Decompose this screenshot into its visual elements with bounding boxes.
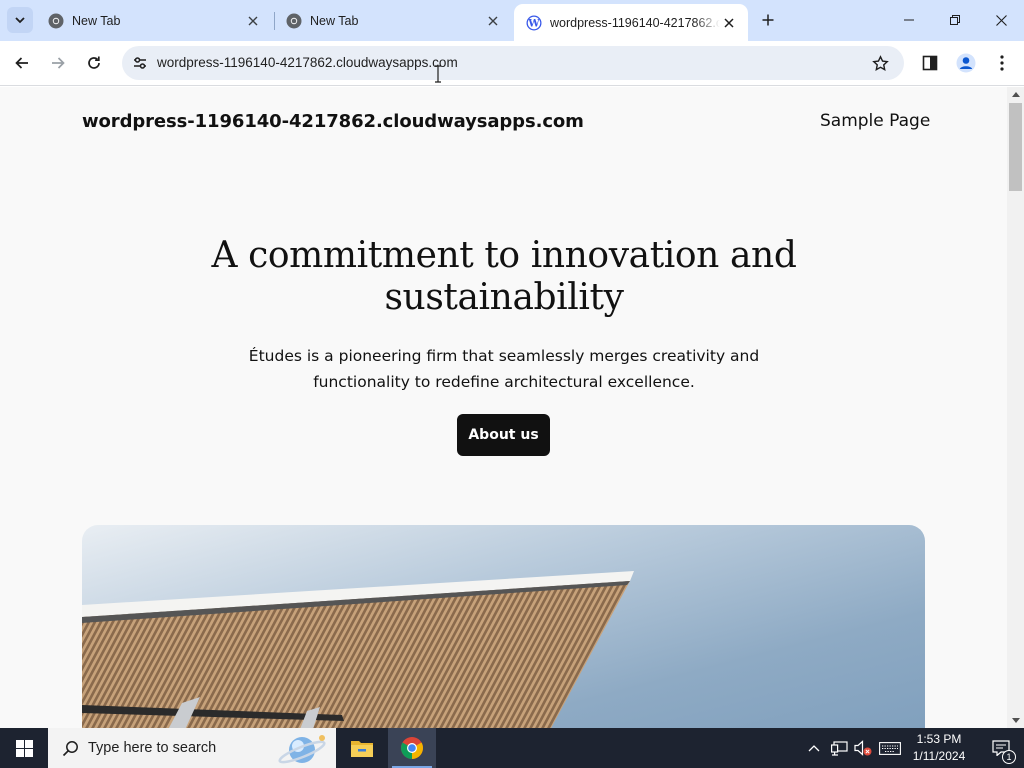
close-tab-button[interactable] (720, 14, 738, 32)
volume-tray-button[interactable] (852, 728, 874, 768)
taskbar-file-explorer[interactable] (338, 728, 386, 768)
file-explorer-icon (351, 741, 373, 757)
avatar-icon (956, 53, 976, 73)
close-icon (995, 14, 1007, 26)
wordpress-icon: W (526, 15, 542, 30)
scroll-down-button[interactable] (1007, 714, 1024, 728)
address-bar[interactable]: wordpress-1196140-4217862.cloudwaysapps.… (122, 46, 904, 80)
tab-wordpress-active[interactable]: W wordpress-1196140-4217862.cl (514, 4, 748, 41)
hero-description: Études is a pioneering firm that seamles… (248, 347, 760, 391)
kebab-menu-icon (1000, 55, 1004, 71)
volume-muted-icon (854, 740, 872, 756)
close-icon (248, 16, 258, 26)
taskbar-chrome[interactable] (388, 728, 436, 768)
minimize-icon (904, 19, 914, 21)
side-panel-icon (922, 55, 938, 71)
star-icon (871, 54, 889, 71)
arrow-right-icon (52, 57, 65, 69)
notification-count-badge: 1 (1002, 750, 1016, 764)
site-info-button[interactable] (128, 51, 152, 75)
hero-heading: A commitment to innovation and sustainab… (211, 235, 797, 318)
search-placeholder: Type here to search (88, 740, 217, 756)
show-hidden-icons-button[interactable] (804, 728, 824, 768)
plus-icon (762, 14, 774, 26)
tune-icon (134, 57, 146, 69)
svg-text:W: W (527, 18, 540, 29)
windows-taskbar: Type here to search 1:53 PM 1/11/2024 1 (0, 728, 1024, 768)
tab-strip: New Tab New Tab W wordpress-1196140-4217… (0, 0, 1024, 41)
taskbar-search-box[interactable]: Type here to search (48, 728, 336, 768)
reload-button[interactable] (80, 49, 108, 77)
tab-title: New Tab (310, 14, 359, 28)
tab-new-tab-2[interactable]: New Tab (274, 4, 512, 38)
chevron-up-icon (808, 745, 820, 752)
tab-new-tab-1[interactable]: New Tab (36, 4, 272, 38)
keyboard-icon (879, 741, 901, 755)
tab-title: wordpress-1196140-4217862.cl (550, 15, 720, 30)
close-window-button[interactable] (978, 0, 1024, 40)
about-us-button[interactable]: About us (457, 414, 550, 456)
action-center-button[interactable]: 1 (978, 728, 1024, 768)
bookmark-button[interactable] (870, 53, 890, 73)
forward-button[interactable] (44, 49, 72, 77)
url-text[interactable]: wordpress-1196140-4217862.cloudwaysapps.… (157, 55, 458, 70)
side-panel-button[interactable] (916, 49, 944, 77)
triangle-down-icon (1011, 718, 1020, 723)
reload-icon (88, 56, 100, 69)
profile-button[interactable] (952, 49, 980, 77)
chrome-icon (401, 737, 423, 759)
browser-toolbar: wordpress-1196140-4217862.cloudwaysapps.… (0, 41, 1024, 86)
search-highlight-image (278, 735, 326, 764)
clock-date: 1/11/2024 (912, 749, 966, 763)
network-icon (830, 740, 848, 756)
nav-link-sample-page[interactable]: Sample Page (820, 111, 930, 131)
close-icon (488, 16, 498, 26)
building-photo (82, 525, 925, 728)
network-tray-button[interactable] (828, 728, 850, 768)
scroll-thumb[interactable] (1009, 103, 1022, 191)
text-cursor-icon (435, 65, 441, 83)
browser-menu-button[interactable] (988, 49, 1016, 77)
hero-image (82, 525, 925, 728)
new-tab-button[interactable] (756, 8, 780, 32)
start-button[interactable] (0, 728, 48, 768)
tab-title: New Tab (72, 14, 121, 28)
chrome-icon (48, 13, 64, 29)
chevron-down-icon (15, 17, 25, 24)
keyboard-tray-button[interactable] (876, 728, 904, 768)
minimize-button[interactable] (886, 0, 932, 40)
tab-search-button[interactable] (7, 7, 33, 33)
site-title[interactable]: wordpress-1196140-4217862.cloudwaysapps.… (82, 111, 584, 132)
close-tab-button[interactable] (244, 12, 262, 30)
taskbar-clock[interactable]: 1:53 PM 1/11/2024 (904, 731, 974, 765)
close-icon (724, 17, 734, 28)
scroll-up-button[interactable] (1007, 87, 1024, 101)
page-viewport: wordpress-1196140-4217862.cloudwaysapps.… (0, 87, 1007, 728)
page-scrollbar[interactable] (1007, 87, 1024, 728)
search-icon (60, 738, 80, 758)
windows-logo-icon (15, 739, 33, 757)
restore-button[interactable] (932, 0, 978, 40)
triangle-up-icon (1011, 92, 1020, 97)
arrow-left-icon (15, 57, 28, 69)
clock-time: 1:53 PM (916, 732, 962, 746)
chrome-icon (286, 13, 302, 29)
restore-icon (950, 15, 960, 25)
close-tab-button[interactable] (484, 12, 502, 30)
back-button[interactable] (8, 49, 36, 77)
